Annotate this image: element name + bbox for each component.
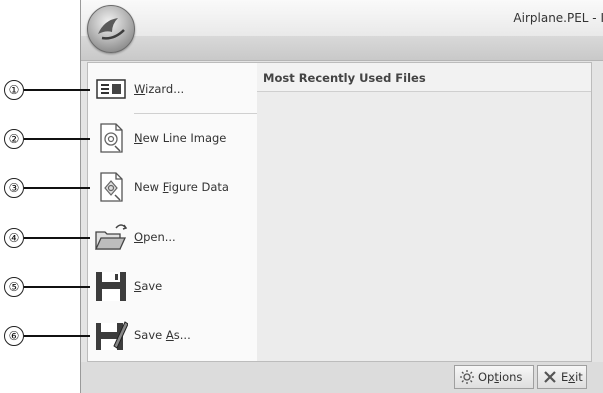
- new-figure-data-icon: [94, 170, 128, 204]
- close-icon: [542, 369, 558, 388]
- callout-5: ⑤: [4, 277, 24, 297]
- callout-line-4: [24, 237, 90, 239]
- ribbon-strip: [81, 36, 603, 61]
- gear-icon: [459, 369, 475, 388]
- menu-item-save[interactable]: Save: [88, 263, 258, 309]
- callout-3: ③: [4, 178, 24, 198]
- title-bar: Airplane.PEL - I: [81, 0, 603, 36]
- callout-line-1: [24, 89, 90, 91]
- app-logo-icon: [98, 18, 125, 40]
- new-line-image-icon: [94, 121, 128, 155]
- callout-4: ④: [4, 228, 24, 248]
- menu-separator: [134, 113, 258, 114]
- callout-line-6: [24, 335, 90, 337]
- options-button[interactable]: Options: [454, 365, 534, 389]
- window-title: Airplane.PEL - I: [513, 11, 603, 25]
- recent-files-panel: Most Recently Used Files: [257, 62, 592, 362]
- menu-item-save-as[interactable]: Save As...: [88, 312, 258, 358]
- application-menu-button[interactable]: [87, 5, 135, 53]
- save-as-icon: [94, 318, 129, 352]
- save-icon: [94, 269, 128, 303]
- open-folder-icon: [94, 220, 128, 254]
- menu-item-new-line-image[interactable]: New Line Image: [88, 115, 258, 161]
- application-window: Airplane.PEL - I Wizard... New Line Imag…: [80, 0, 603, 393]
- recent-files-header: Most Recently Used Files: [257, 63, 591, 92]
- wizard-icon: [94, 72, 128, 106]
- exit-button[interactable]: Exit: [537, 365, 587, 389]
- callout-2: ②: [4, 129, 24, 149]
- menu-bottom-bar: Options Exit: [81, 362, 603, 393]
- menu-item-wizard[interactable]: Wizard...: [88, 66, 258, 112]
- file-menu-panel: Wizard... New Line Image New Figure Data…: [87, 62, 259, 362]
- callout-1: ①: [4, 80, 24, 100]
- callout-6: ⑥: [4, 326, 24, 346]
- menu-item-new-figure-data[interactable]: New Figure Data: [88, 164, 258, 210]
- menu-item-open[interactable]: Open...: [88, 214, 258, 260]
- callout-line-3: [24, 187, 90, 189]
- callout-line-2: [24, 138, 90, 140]
- callout-line-5: [24, 286, 90, 288]
